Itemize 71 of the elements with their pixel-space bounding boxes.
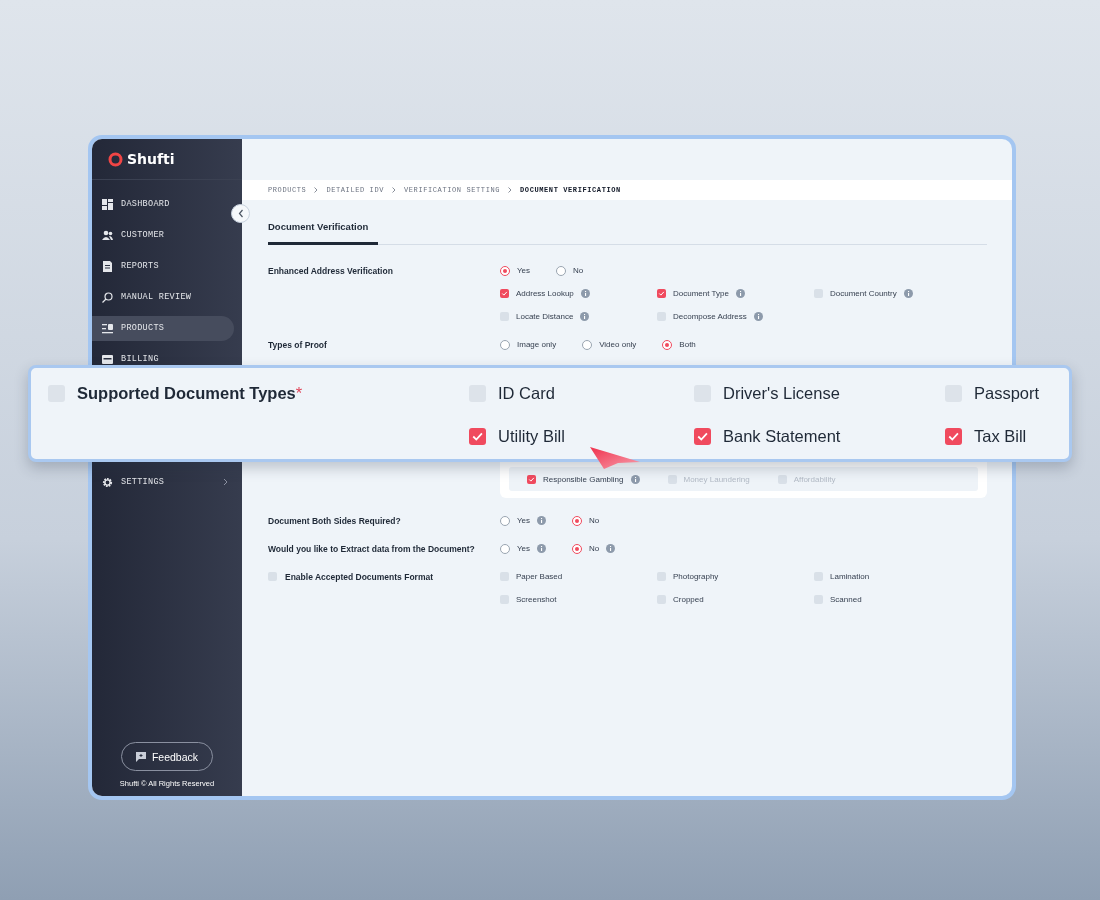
document-icon [102, 260, 113, 272]
option-label: Utility Bill [498, 426, 565, 446]
magnifier-icon [102, 291, 113, 303]
option-label: Responsible Gambling [543, 474, 624, 484]
option-label: Scanned [830, 595, 862, 604]
chevron-icon [508, 187, 513, 193]
option-label: Image only [517, 340, 557, 349]
sidebar-item[interactable]: CUSTOMER [92, 228, 234, 242]
sidebar-item[interactable]: DASHBOARD [92, 197, 234, 211]
checkbox[interactable] [469, 427, 486, 445]
logo-icon [108, 151, 123, 167]
sidebar-item[interactable]: BILLING [92, 352, 234, 366]
radio-button[interactable] [662, 339, 673, 350]
sidebar-item[interactable]: PRODUCTS [92, 315, 234, 341]
checkbox[interactable] [945, 427, 962, 445]
option-label: No [589, 516, 600, 525]
radio-button[interactable] [500, 515, 510, 526]
radio-button[interactable] [572, 515, 583, 526]
sidebar-item[interactable]: MANUAL REVIEW [92, 290, 234, 304]
radio-button[interactable] [556, 265, 567, 276]
option-label: Yes [517, 266, 531, 275]
option-label: Yes [517, 516, 531, 525]
dashboard-icon [102, 198, 113, 210]
option-label: Yes [517, 544, 531, 553]
option-label: Cropped [673, 595, 704, 604]
field-label: Enhanced Address Verification [268, 265, 393, 276]
radio-button[interactable] [582, 339, 593, 350]
option-label: Paper Based [516, 572, 563, 581]
option-label: Screenshot [516, 595, 557, 604]
list-icon [102, 322, 113, 334]
option-label: Passport [974, 383, 1040, 403]
option-label: No [589, 544, 600, 553]
chevron-icon [237, 209, 244, 218]
field-label: Supported Document Types* [77, 383, 303, 403]
radio-button[interactable] [500, 265, 510, 276]
chevron-icon [314, 187, 319, 193]
option-label: Both [679, 340, 696, 349]
option-label: ID Card [498, 383, 555, 403]
field-label: Enable Accepted Documents Format [285, 571, 433, 582]
checkbox[interactable] [657, 289, 666, 298]
people-icon [102, 229, 113, 241]
option-label: Locate Distance [516, 312, 574, 321]
option-label: Bank Statement [723, 426, 841, 446]
brand-name: Shufti [127, 151, 175, 167]
option-label: Address Lookup [516, 289, 574, 298]
card-icon [102, 353, 113, 365]
option-label: Lamination [830, 572, 870, 581]
checkbox[interactable] [500, 289, 509, 298]
checkbox[interactable] [527, 474, 536, 484]
field-label: Types of Proof [268, 339, 327, 350]
gear-icon [102, 476, 113, 488]
radio-button[interactable] [500, 543, 510, 554]
option-label: Decompose Address [673, 312, 747, 321]
radio-button[interactable] [572, 543, 583, 554]
option-label: Driver's License [723, 383, 840, 403]
sidebar-item[interactable]: SETTINGS [92, 475, 234, 489]
tab[interactable]: Document Verification [268, 217, 378, 245]
option-label: Video only [599, 340, 637, 349]
field-label: Would you like to Extract data from the Document? [268, 543, 475, 554]
sidebar-item[interactable]: REPORTS [92, 259, 234, 273]
option-label: Affordability [793, 474, 836, 484]
option-label: No [573, 266, 584, 275]
comment-icon [135, 751, 146, 762]
chevron-icon [392, 187, 396, 193]
option-label: Photography [673, 572, 719, 581]
checkbox[interactable] [694, 427, 711, 445]
option-label: Document Type [673, 289, 729, 298]
field-label: Document Both Sides Required? [268, 515, 401, 526]
option-label: Document Country [830, 289, 897, 298]
radio-button[interactable] [500, 339, 510, 350]
option-label: Tax Bill [974, 426, 1027, 446]
